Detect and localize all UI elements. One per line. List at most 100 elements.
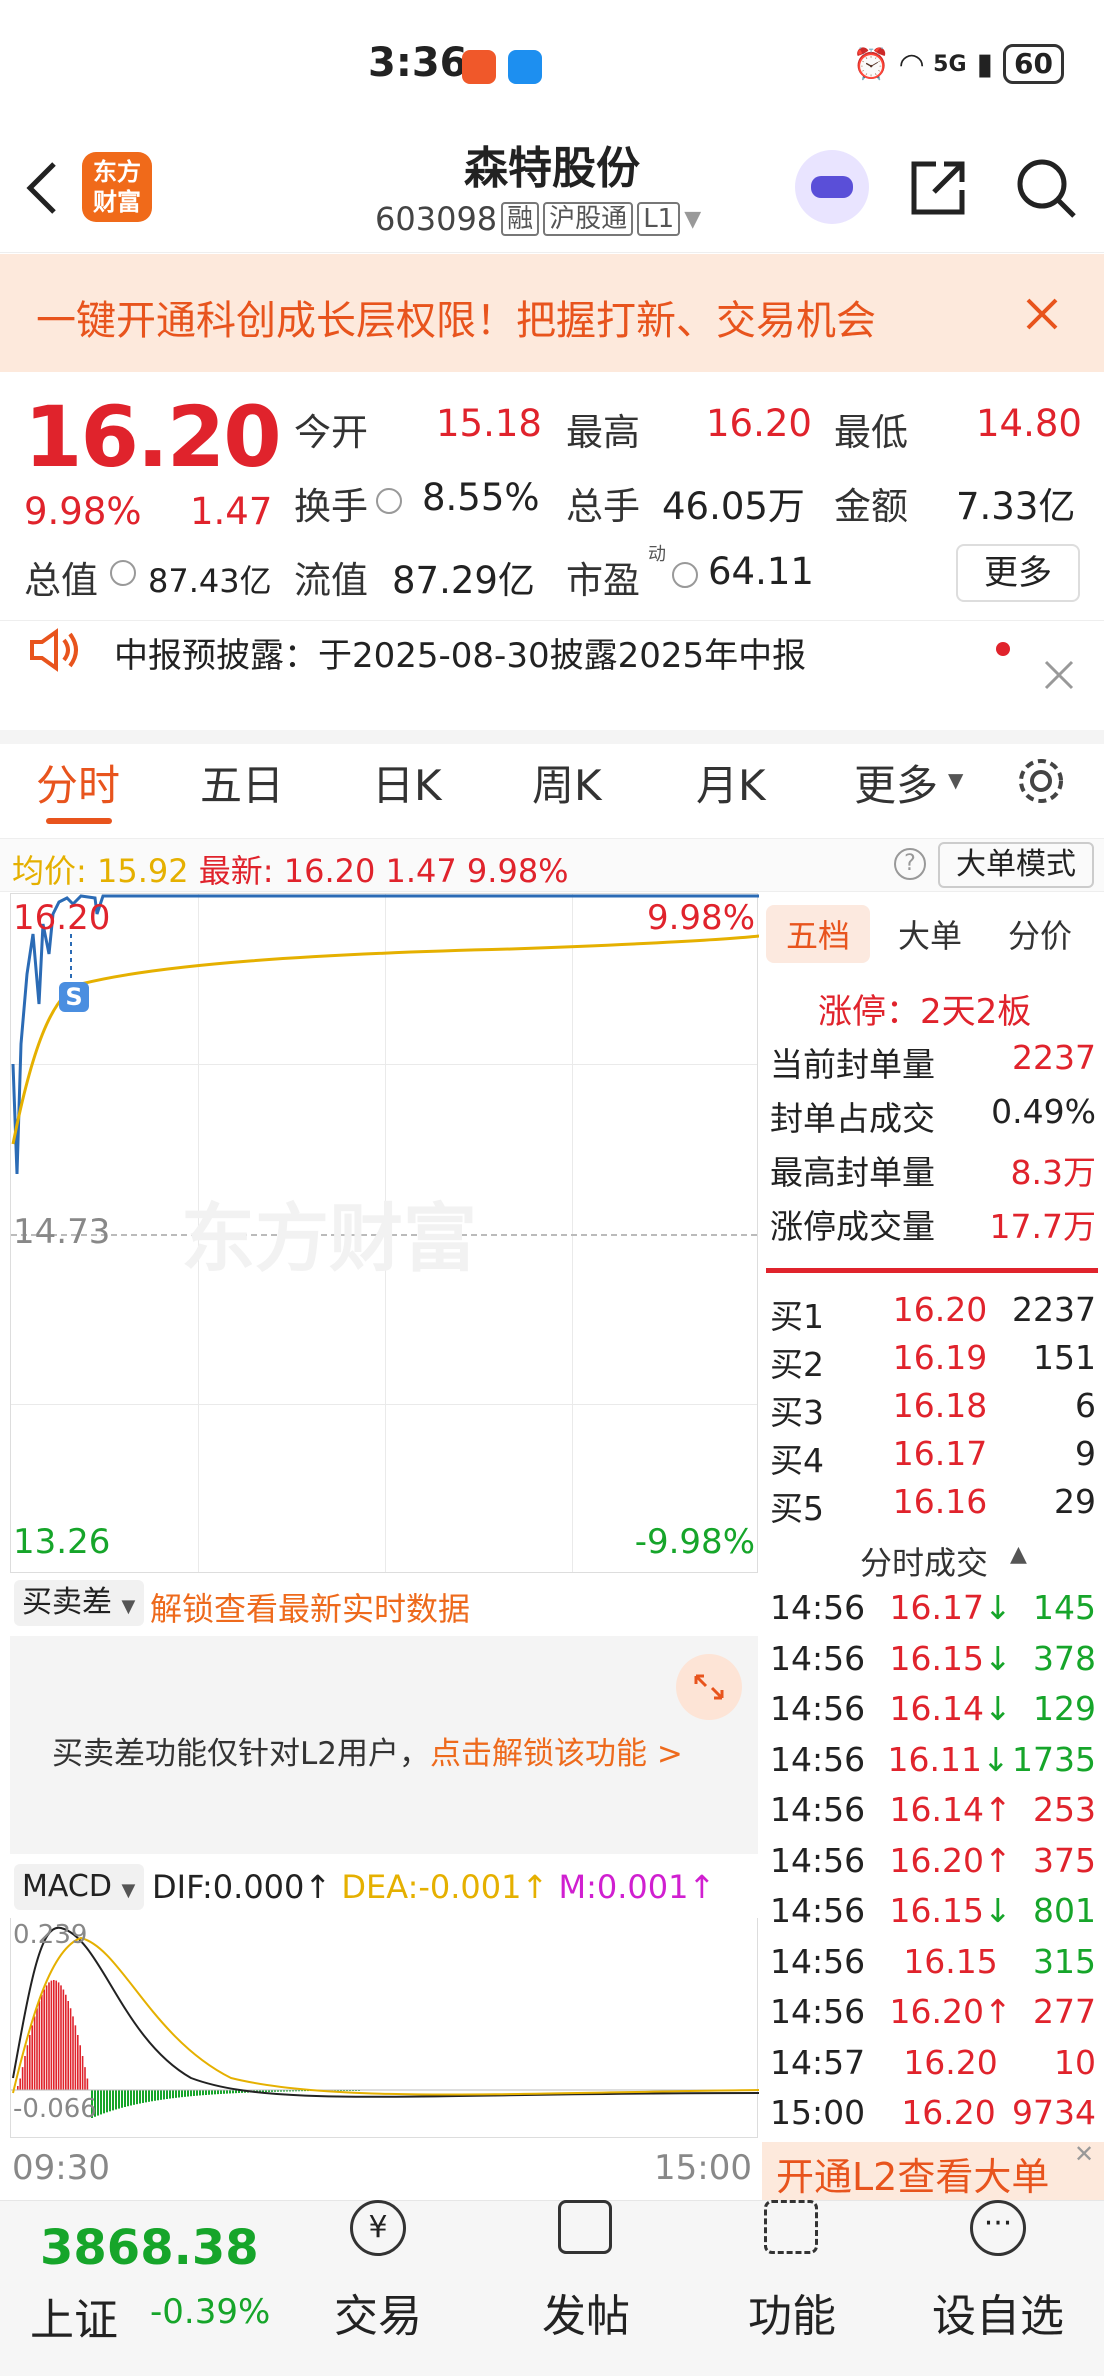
nav-functions[interactable]: 功能 [712, 2200, 872, 2344]
macd-select[interactable]: MACD ▼ [14, 1864, 144, 1910]
macd-bar-down [196, 2090, 198, 2096]
macd-bar-down [205, 2090, 207, 2095]
turnover-label: 换手 [294, 485, 368, 528]
stat-value: 0.49% [991, 1092, 1096, 1131]
macd-bar-up [29, 2035, 31, 2090]
macd-bar-up [17, 2086, 19, 2090]
ticks-title[interactable]: 分时成交 [860, 1538, 988, 1584]
tick-volume: 277 [1033, 1992, 1096, 2031]
divider [0, 620, 1104, 621]
tab-5day[interactable]: 五日 [200, 752, 284, 813]
bid-price: 16.17 [892, 1434, 988, 1473]
bid-row[interactable]: 买4 16.17 9 [770, 1434, 1096, 1482]
tick-row: 14:57 16.20 10 [770, 2043, 1096, 2082]
chart-bottom-left: 13.26 [13, 1522, 111, 1562]
intraday-chart[interactable]: 东方财富 S 16.20 9.98% 14.73 13.26 -9.98% [10, 893, 759, 1573]
macd-bar-down [199, 2090, 201, 2096]
tab-intraday[interactable]: 分时 [36, 752, 120, 813]
tick-volume: 9734 [1012, 2093, 1096, 2132]
chart-mid-left: 14.73 [13, 1212, 111, 1252]
mktcap-info-icon[interactable] [110, 560, 136, 586]
macd-select-label: MACD [22, 1869, 112, 1904]
limit-status: 涨停：2天2板 [818, 992, 1032, 1032]
macd-bar-down [115, 2090, 117, 2110]
volume-value: 46.05万 [662, 485, 805, 528]
search-icon[interactable] [1014, 156, 1078, 220]
tab-five-levels[interactable]: 五档 [766, 905, 871, 963]
bid-row[interactable]: 买1 16.20 2237 [770, 1290, 1096, 1338]
tick-direction-icon: ↓ [983, 1638, 1012, 1678]
tab-weekly-k[interactable]: 周K [532, 752, 602, 813]
settings-gear-icon[interactable] [1014, 754, 1068, 808]
macd-bar-down [172, 2090, 174, 2099]
l2-unlock-link[interactable]: 点击解锁该功能 > [430, 1736, 683, 1772]
index-value[interactable]: 3868.38 [40, 2220, 259, 2276]
alarm-icon: ⏰ [852, 46, 891, 82]
assistant-avatar-icon[interactable] [795, 150, 869, 224]
time-start: 09:30 [12, 2148, 110, 2188]
bid-row[interactable]: 买2 16.19 151 [770, 1338, 1096, 1386]
stat-label: 涨停成交量 [770, 1207, 935, 1246]
macd-bar-down [145, 2090, 147, 2103]
macd-bar-down [118, 2090, 120, 2109]
l2-close-icon[interactable]: ✕ [1074, 2140, 1094, 2168]
tab-price-dist[interactable]: 分价 [1008, 911, 1072, 957]
notice-close-icon[interactable] [1042, 658, 1076, 692]
macd-bar-down [208, 2090, 210, 2095]
bid-price: 16.18 [892, 1386, 988, 1425]
more-button[interactable]: 更多 [956, 544, 1080, 602]
info-icon[interactable] [376, 488, 402, 514]
pe-sup: 动 [648, 544, 666, 565]
volume-label: 总手 [566, 485, 640, 528]
bid-label: 买3 [770, 1393, 824, 1432]
macd-bar-up [43, 1989, 45, 2090]
macd-bar-down [181, 2090, 183, 2098]
macd-bar-down [193, 2090, 195, 2096]
close-icon[interactable] [1024, 296, 1060, 332]
open-label: 今开 [294, 411, 368, 454]
macd-bar-down [178, 2090, 180, 2098]
tick-volume: 129 [1033, 1689, 1096, 1728]
tab-more[interactable]: 更多 [854, 752, 938, 813]
macd-bar-up [57, 1982, 60, 2090]
macd-bar-down [124, 2090, 126, 2107]
big-order-mode-button[interactable]: 大单模式 [938, 842, 1094, 888]
unlock-text[interactable]: 解锁查看最新实时数据 [150, 1584, 470, 1630]
tick-time: 14:56 [770, 1588, 866, 1627]
expand-icon[interactable] [676, 1654, 742, 1720]
tab-daily-k[interactable]: 日K [372, 752, 442, 813]
stock-code-row[interactable]: 603098 融 沪股通 L1 ▼ [375, 200, 701, 238]
nav-add-watchlist[interactable]: ··· 设自选 [918, 2200, 1078, 2344]
battery-icon: 60 [1003, 44, 1064, 84]
macd-chart[interactable]: 0.239 -0.066 [10, 1918, 759, 2138]
tick-price: 16.20 [903, 2042, 998, 2082]
macd-bar-down [148, 2090, 150, 2102]
tab-monthly-k[interactable]: 月K [696, 752, 766, 813]
tick-volume: 378 [1033, 1638, 1096, 1678]
macd-bar-up [60, 1985, 62, 2090]
nav-trade[interactable]: ¥ 交易 [298, 2200, 458, 2344]
l2-banner-text[interactable]: 开通L2查看大单 [776, 2146, 1049, 2201]
buysell-select[interactable]: 买卖差 ▼ [14, 1580, 144, 1626]
bid-row[interactable]: 买3 16.18 6 [770, 1386, 1096, 1434]
pe-info-icon[interactable] [672, 562, 698, 588]
nav-post[interactable]: 发帖 [506, 2200, 666, 2344]
signal-icon: ▮ [976, 46, 994, 82]
l2-box-msg: 买卖差功能仅针对L2用户， [52, 1736, 430, 1772]
bid-row[interactable]: 买5 16.16 29 [770, 1482, 1096, 1530]
bid-volume: 9 [1074, 1434, 1096, 1473]
s-marker[interactable]: S [59, 982, 89, 1012]
share-icon[interactable] [906, 156, 970, 220]
tick-row: 14:56 16.15↓ 378 [770, 1639, 1096, 1678]
tick-direction-icon: ↓ [983, 1891, 1012, 1930]
help-icon[interactable]: ? [894, 848, 926, 880]
notice-text[interactable]: 中报预披露：于2025-08-30披露2025年中报 [114, 628, 806, 677]
tab-big-orders[interactable]: 大单 [898, 911, 962, 957]
tick-volume: 10 [1054, 2042, 1096, 2082]
tick-price: 16.14 [889, 1689, 984, 1728]
macd-bar-up [50, 1980, 53, 2090]
pe-value: 64.11 [708, 550, 814, 593]
stat-value: 8.3万 [1010, 1153, 1096, 1192]
tick-direction-icon: ↑ [983, 1790, 1012, 1829]
promo-text[interactable]: 一键开通科创成长层权限！把握打新、交易机会 [36, 288, 876, 346]
